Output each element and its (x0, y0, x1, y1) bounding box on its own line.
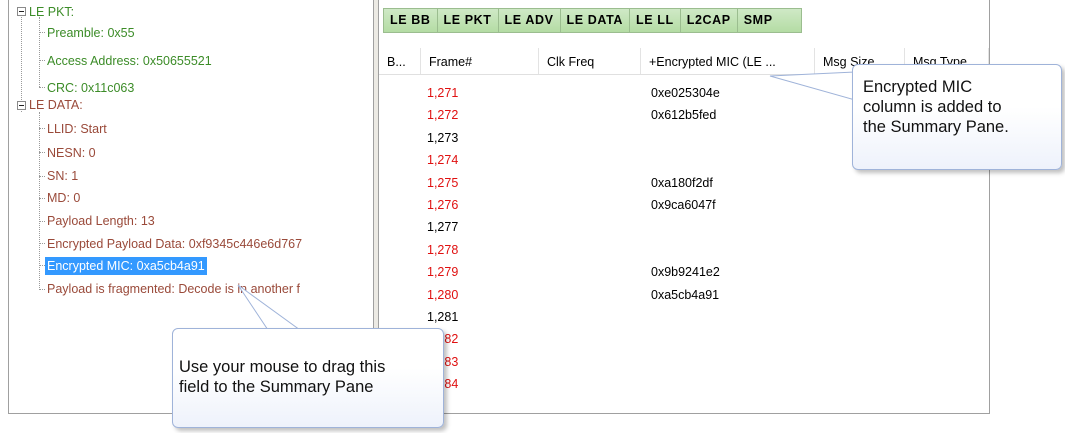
callout-line: Use your mouse to drag this (179, 358, 386, 376)
callout-line: field to the Summary Pane (179, 378, 374, 396)
callout-pointer-summary (769, 71, 856, 101)
callout-line: Encrypted MIC (863, 78, 973, 96)
callout-line: column is added to (863, 98, 1002, 116)
callout-line: the Summary Pane. (863, 118, 1009, 136)
callout-drag-note: Use your mouse to drag this field to the… (172, 328, 444, 428)
callout-pointer-drag (237, 284, 302, 331)
callout-summary-note: Encrypted MIC column is added to the Sum… (852, 64, 1062, 170)
